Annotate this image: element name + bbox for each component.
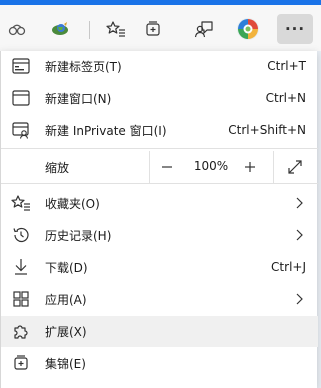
zoom-level: 100% [193,159,229,173]
shortcut-text: Ctrl+N [265,91,306,105]
favorites-icon[interactable] [101,14,131,44]
menu-item-new-tab[interactable]: 新建标签页(T) Ctrl+T [1,52,318,80]
menu-item-label: 集锦(E) [45,356,86,371]
menu-item-label: 新建窗口(N) [45,91,112,106]
menu-item-downloads[interactable]: 下载(D) Ctrl+J [1,253,318,281]
zoom-in-button[interactable] [236,155,264,179]
menu-item-extensions[interactable]: 扩展(X) [1,316,318,347]
more-icon: ··· [284,20,306,38]
chevron-right-icon [292,228,306,242]
menu-divider [1,183,318,184]
collections-icon [11,353,31,373]
download-icon [11,257,31,277]
menu-item-history[interactable]: 历史记录(H) [1,221,318,249]
apps-icon [11,289,31,309]
chevron-right-icon [292,196,306,210]
new-window-icon [11,88,31,108]
shortcut-text: Ctrl+J [271,260,306,274]
zoom-divider [273,151,274,183]
menu-divider [1,148,318,149]
browser-toolbar: ··· [0,5,321,51]
menu-item-label: 收藏夹(O) [45,196,100,211]
shortcut-text: Ctrl+Shift+N [228,123,306,137]
menu-item-label: 历史记录(H) [45,228,112,243]
menu-item-label: 新建 InPrivate 窗口(I) [45,123,167,138]
fullscreen-icon [288,160,302,174]
menu-item-favorites[interactable]: 收藏夹(O) [1,189,318,217]
menu-item-apps[interactable]: 应用(A) [1,285,318,313]
menu-item-zoom: 缩放 100% [1,151,318,183]
fullscreen-button[interactable] [281,155,309,179]
profile-avatar[interactable] [233,14,263,44]
menu-item-label: 下载(D) [45,260,88,275]
minus-icon [162,166,172,168]
menu-item-new-inprivate-window[interactable]: 新建 InPrivate 窗口(I) Ctrl+Shift+N [1,116,318,144]
menu-item-new-window[interactable]: 新建窗口(N) Ctrl+N [1,84,318,112]
menu-item-label: 新建标签页(T) [45,59,122,74]
history-icon [11,225,31,245]
menu-item-label: 应用(A) [45,292,87,307]
new-tab-icon [11,56,31,76]
extension-globe-icon[interactable] [45,14,75,44]
settings-and-more-button[interactable]: ··· [277,14,313,44]
settings-menu: 新建标签页(T) Ctrl+T 新建窗口(N) Ctrl+N 新建 InPriv… [0,51,318,388]
collections-icon[interactable] [138,14,168,44]
menu-item-collections[interactable]: 集锦(E) [1,349,318,377]
zoom-out-button[interactable] [153,155,181,179]
zoom-divider [149,151,150,183]
toolbar-divider [89,21,90,39]
extension-link-icon[interactable] [2,14,32,44]
plus-icon [245,162,255,172]
favorites-icon [11,193,31,213]
shortcut-text: Ctrl+T [267,59,306,73]
zoom-label: 缩放 [45,161,70,175]
feedback-icon[interactable] [189,14,219,44]
chevron-right-icon [292,292,306,306]
menu-item-label: 扩展(X) [45,325,87,339]
inprivate-window-icon [11,120,31,140]
extensions-puzzle-icon [11,322,31,342]
